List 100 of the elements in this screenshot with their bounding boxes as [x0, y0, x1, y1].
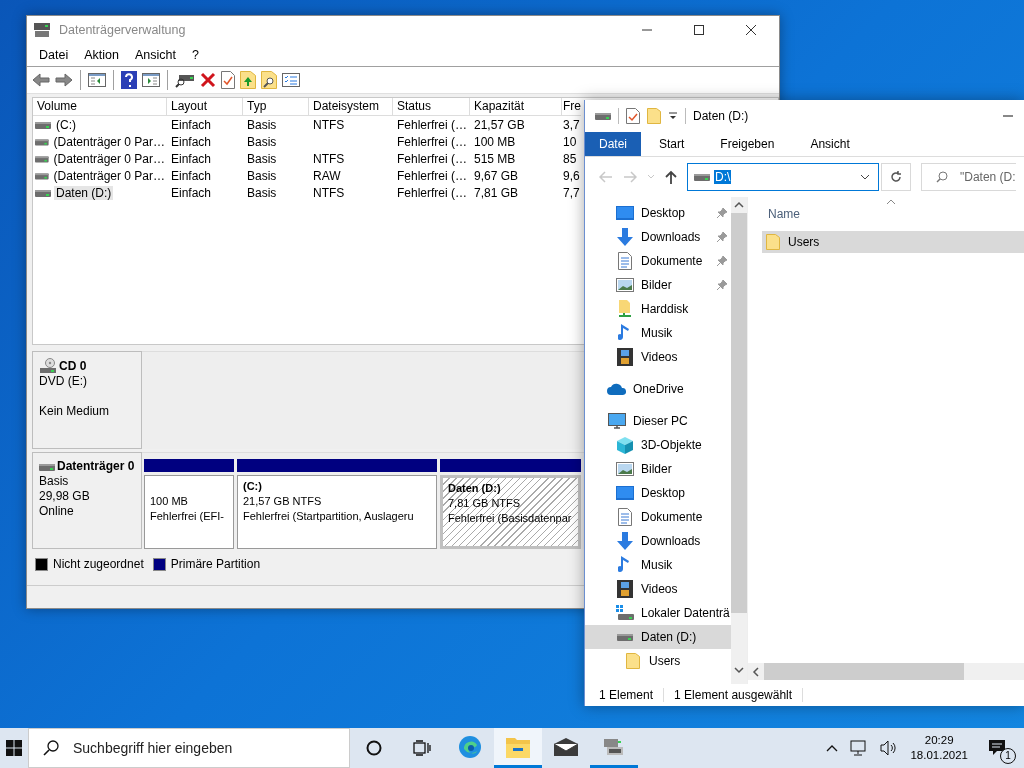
nav-item[interactable]: Bilder [585, 457, 731, 481]
close-icon[interactable] [745, 24, 757, 36]
table-cell[interactable]: (Datenträger 0 Par… [51, 151, 167, 166]
nav-item[interactable]: Videos [585, 577, 731, 601]
table-cell-text: Fehlerfrei (… [396, 151, 468, 166]
column-header[interactable]: Dateisystem [309, 98, 393, 116]
back-arrow-icon[interactable] [32, 72, 50, 88]
table-cell-text: Basis [246, 134, 278, 149]
address-field[interactable]: D:\ [687, 163, 879, 191]
table-cell[interactable]: Daten (D:) [54, 185, 114, 200]
file-tab[interactable]: Datei [585, 132, 641, 156]
forward-arrow-icon[interactable] [55, 72, 73, 88]
nav-item[interactable]: Videos [585, 345, 731, 369]
menu-item[interactable]: Ansicht [126, 48, 184, 62]
file-row[interactable]: Users [762, 231, 1024, 253]
start-icon[interactable] [6, 740, 22, 756]
nav-item[interactable]: Desktop [585, 201, 731, 225]
help-icon[interactable] [121, 71, 137, 89]
ribbon-tab[interactable]: Start [641, 132, 703, 156]
properties-icon[interactable] [626, 108, 640, 124]
ribbon-tab[interactable]: Ansicht [792, 132, 868, 156]
film-icon [617, 580, 633, 598]
drive-search-icon[interactable] [175, 72, 195, 88]
column-header[interactable]: Volume [33, 98, 167, 116]
nav-item[interactable]: 3D-Objekte [585, 433, 731, 457]
nav-item[interactable]: Harddisk [585, 297, 731, 321]
notification-icon[interactable] [988, 738, 1008, 758]
table-cell[interactable]: (Datenträger 0 Par… [51, 168, 167, 183]
properties-icon[interactable] [221, 71, 235, 89]
chevron-up-icon[interactable] [826, 744, 839, 752]
folder-up-icon[interactable] [240, 71, 256, 89]
disk-size: 29,98 GB [39, 489, 91, 504]
scrollbar[interactable] [731, 197, 747, 684]
desktop-icon [616, 486, 634, 500]
table-cell[interactable]: (Datenträger 0 Par… [51, 134, 167, 149]
table-cell-text: NTFS [312, 117, 346, 132]
nav-item[interactable]: Users [585, 649, 731, 673]
refresh-button[interactable] [881, 163, 911, 191]
partition-block[interactable]: (C:) 21,57 GB NTFS Fehlerfrei (Startpartition, Auslageru [237, 475, 437, 549]
checklist-icon[interactable] [282, 72, 300, 88]
console-tree-icon[interactable] [88, 72, 106, 88]
task-view-icon[interactable] [413, 740, 431, 756]
nav-item[interactable]: Dokumente [585, 249, 731, 273]
table-cell-text: Fehlerfrei (… [396, 117, 468, 132]
column-header[interactable]: Layout [167, 98, 243, 116]
drive-icon [35, 170, 49, 181]
nav-item[interactable]: Desktop [585, 481, 731, 505]
folder-icon [506, 735, 530, 758]
table-cell: 9,6 [562, 168, 581, 183]
chevron-down-icon[interactable] [860, 174, 870, 180]
dropdown-icon[interactable] [668, 111, 678, 121]
column-header[interactable]: Name [768, 207, 800, 221]
nav-item[interactable]: OneDrive [585, 377, 731, 401]
nav-item[interactable]: Lokaler Datenträ [585, 601, 731, 625]
table-cell[interactable]: (C:) [54, 117, 78, 132]
cortana-circle-icon[interactable] [366, 740, 382, 756]
folder-search-icon[interactable] [261, 71, 277, 89]
search-field[interactable]: "Daten (D: [921, 163, 1016, 191]
nav-item[interactable]: Daten (D:) [585, 625, 731, 649]
action-pane-icon[interactable] [142, 72, 160, 88]
legend-label: Nicht zugeordnet [53, 557, 144, 571]
column-header[interactable]: Status [393, 98, 470, 116]
nav-item[interactable]: Dieser PC [585, 409, 731, 433]
nav-item[interactable]: Downloads [585, 529, 731, 553]
drive-icon [35, 119, 51, 130]
column-header[interactable]: Kapazität [470, 98, 562, 116]
menu-item[interactable]: Aktion [76, 48, 127, 62]
nav-item[interactable]: Bilder [585, 273, 731, 297]
nav-item[interactable]: Musik [585, 321, 731, 345]
menu-item[interactable]: ? [183, 48, 207, 62]
taskbar-search-field[interactable]: Suchbegriff hier eingeben [28, 728, 350, 768]
pin-icon[interactable] [717, 232, 727, 242]
partition-block[interactable]: Daten (D:) 7,81 GB NTFS Fehlerfrei (Basisdatenpar [440, 475, 581, 549]
maximize-icon[interactable] [693, 24, 705, 36]
partition-block[interactable]: 100 MB Fehlerfrei (EFI- [144, 475, 234, 549]
column-header[interactable]: Fre [562, 98, 581, 116]
up-arrow-icon[interactable] [665, 170, 677, 184]
menu-item[interactable]: Datei [31, 48, 77, 62]
notification-badge: 1 [1000, 748, 1016, 764]
column-header[interactable]: Typ [243, 98, 309, 116]
table-cell-text: Einfach [170, 117, 213, 132]
nav-item[interactable]: Dokumente [585, 505, 731, 529]
status-text: 1 Element ausgewählt [674, 688, 804, 702]
clock[interactable]: 20:29 18.01.2021 [910, 733, 968, 763]
drive-icon [617, 632, 633, 642]
network-icon[interactable] [850, 740, 869, 756]
pin-icon[interactable] [717, 280, 727, 290]
ribbon-tab[interactable]: Freigeben [702, 132, 793, 156]
drive-icon [35, 136, 49, 147]
scrollbar[interactable] [748, 663, 1024, 680]
pin-icon[interactable] [717, 208, 727, 218]
pin-icon[interactable] [717, 256, 727, 266]
desktop-icon [616, 206, 634, 220]
speaker-icon[interactable] [880, 740, 899, 756]
nav-item[interactable]: Musik [585, 553, 731, 577]
nav-item[interactable]: Downloads [585, 225, 731, 249]
window-title: Datenträgerverwaltung [59, 23, 186, 37]
drive-icon [35, 187, 51, 198]
disk-name: CD 0 [59, 358, 87, 374]
delete-icon[interactable] [200, 72, 216, 88]
